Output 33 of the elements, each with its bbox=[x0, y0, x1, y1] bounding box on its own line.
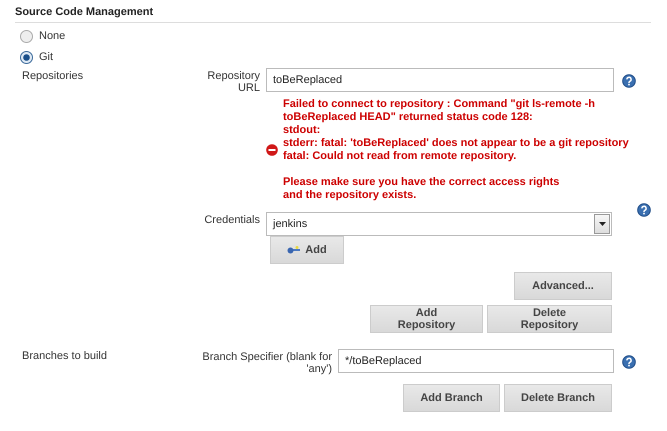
dropdown-value: jenkins bbox=[273, 218, 308, 230]
advanced-button[interactable]: Advanced... bbox=[514, 272, 612, 300]
section-title: Source Code Management bbox=[15, 0, 651, 23]
radio-button[interactable] bbox=[20, 51, 33, 64]
key-icon bbox=[287, 246, 302, 254]
branch-specifier-field[interactable]: */toBeReplaced bbox=[338, 349, 614, 373]
credentials-dropdown[interactable]: jenkins bbox=[266, 212, 612, 236]
caret-icon bbox=[598, 222, 606, 226]
error-message: stdout: bbox=[283, 124, 322, 137]
section-label: Branches to build bbox=[22, 350, 107, 362]
error-message: Please make sure you have the correct access rights bbox=[283, 176, 560, 189]
help-icon[interactable] bbox=[637, 203, 651, 217]
repository-url-field[interactable]: toBeReplaced bbox=[266, 68, 614, 92]
help-icon[interactable] bbox=[622, 74, 636, 88]
help-icon[interactable] bbox=[622, 355, 636, 369]
field-label: Branch Specifier (blank for 'any') bbox=[202, 351, 332, 375]
radio-label: Git bbox=[39, 51, 54, 64]
add-repository-button[interactable]: Add Repository bbox=[370, 305, 483, 333]
error-message: toBeReplaced HEAD" returned status code 128: bbox=[283, 111, 534, 124]
radio-label: None bbox=[39, 30, 66, 43]
field-label: Credentials bbox=[204, 214, 260, 226]
field-label: Repository URL bbox=[207, 70, 260, 94]
add-credentials-button[interactable]: Add bbox=[270, 236, 344, 264]
delete-branch-button[interactable]: Delete Branch bbox=[504, 384, 612, 412]
error-message: fatal: Could not read from remote repository. bbox=[283, 150, 518, 163]
error-message: and the repository exists. bbox=[283, 189, 418, 202]
error-message: Failed to connect to repository : Command "git ls-remote -h bbox=[283, 98, 596, 111]
delete-repository-button[interactable]: Delete Repository bbox=[487, 305, 612, 333]
error-icon bbox=[266, 144, 278, 156]
radio-button[interactable] bbox=[20, 30, 33, 43]
error-message: stderr: fatal: 'toBeReplaced' does not appear to be a git repository bbox=[283, 137, 629, 150]
section-label: Repositories bbox=[22, 70, 84, 82]
add-branch-button[interactable]: Add Branch bbox=[403, 384, 500, 412]
